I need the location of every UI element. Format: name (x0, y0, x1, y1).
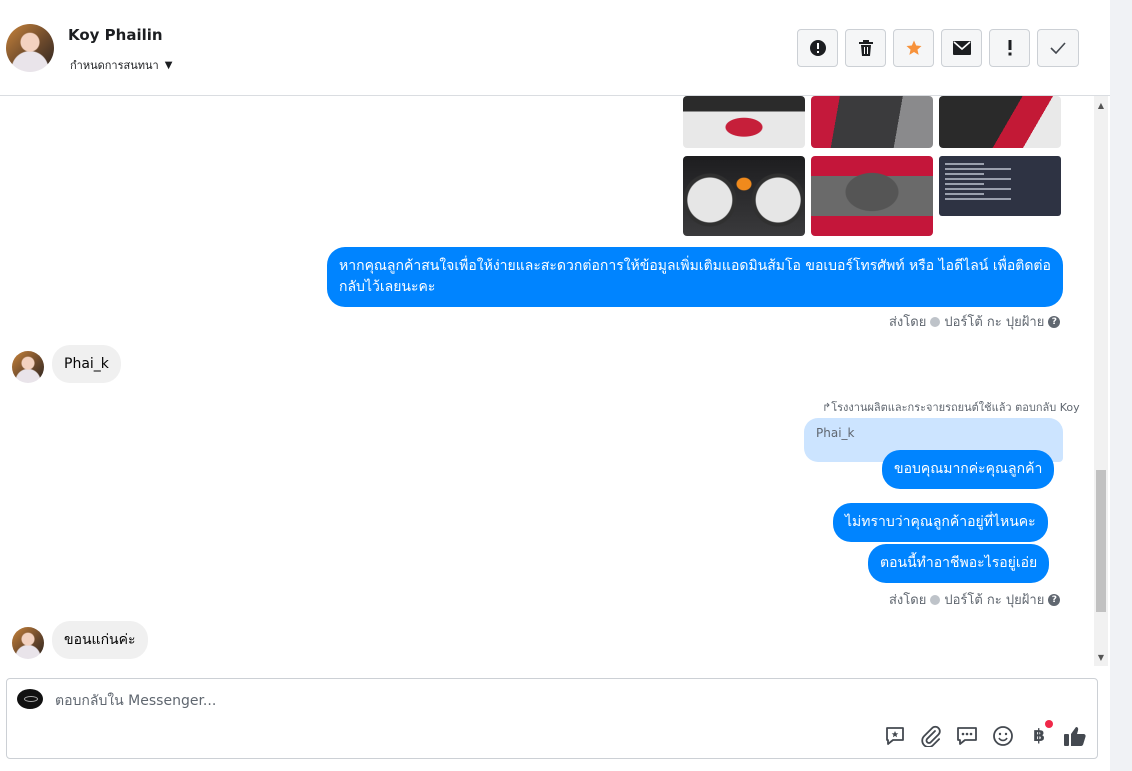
exclamation-icon (1008, 40, 1011, 56)
customer-avatar[interactable] (6, 24, 54, 72)
right-edge-panel (1110, 0, 1132, 771)
notification-dot (1045, 720, 1053, 728)
composer-toolbar: ฿ (883, 720, 1087, 748)
header-actions (797, 29, 1079, 67)
emoji-icon (993, 726, 1013, 746)
incoming-message[interactable]: Phai_k (52, 345, 121, 383)
mark-done-button[interactable] (1037, 29, 1079, 67)
saved-reply-button[interactable] (883, 724, 907, 748)
help-icon[interactable]: ? (1048, 593, 1061, 606)
envelope-icon (952, 41, 971, 55)
car-photo-rear[interactable] (683, 96, 805, 148)
like-button[interactable] (1063, 724, 1087, 748)
customer-name[interactable]: Koy Phailin (68, 26, 163, 44)
scroll-up-icon[interactable]: ▲ (1094, 98, 1108, 112)
sent-by-name: ปอร์โต้ กะ ปุยฝ้าย (944, 593, 1045, 608)
delete-button[interactable] (845, 29, 886, 67)
sent-by-prefix: ส่งโดย (889, 593, 927, 608)
customer-avatar-small[interactable] (12, 627, 44, 659)
payment-button[interactable]: ฿ (1027, 720, 1053, 748)
chevron-down-icon: ▼ (164, 60, 173, 71)
incoming-message[interactable]: ขอนแก่นค่ะ (52, 621, 148, 659)
attachment-button[interactable] (919, 724, 943, 748)
chat-bubbles-icon (957, 727, 977, 745)
reply-composer: ฿ (6, 678, 1098, 759)
report-icon (809, 40, 826, 56)
car-photo-door[interactable] (939, 96, 1061, 148)
follow-up-button[interactable] (989, 29, 1030, 67)
schedule-conversation-dropdown[interactable]: กำหนดการสนทนา ▼ (70, 56, 172, 74)
star-button[interactable] (893, 29, 934, 67)
page-avatar (17, 689, 43, 709)
thread-scrollbar[interactable]: ▲ ▼ (1094, 96, 1108, 666)
customer-avatar-small[interactable] (12, 351, 44, 383)
conversation-header: Koy Phailin กำหนดการสนทนา ▼ (0, 0, 1110, 96)
outgoing-message[interactable]: ขอบคุณมากค่ะคุณลูกค้า (882, 450, 1055, 489)
report-spam-button[interactable] (797, 29, 838, 67)
sent-by-name: ปอร์โต้ กะ ปุยฝ้าย (944, 315, 1045, 330)
schedule-label: กำหนดการสนทนา (70, 59, 159, 72)
sent-by-prefix: ส่งโดย (889, 315, 927, 330)
outgoing-message[interactable]: หากคุณลูกค้าสนใจเพื่อให้ง่ายและสะดวกต่อก… (327, 247, 1063, 307)
reply-context-note: ↱โรงงานผลิตและกระจายรถยนต์ใช้แล้ว ตอบกลั… (822, 401, 1080, 414)
car-photo-spec-sheet[interactable] (939, 156, 1061, 216)
trash-icon (858, 40, 873, 56)
saved-reply-icon (886, 727, 904, 745)
quick-replies-button[interactable] (955, 724, 979, 748)
mark-unread-button[interactable] (941, 29, 982, 67)
sent-by-label: ส่งโดย ปอร์โต้ กะ ปุยฝ้าย ? (889, 311, 1061, 332)
scroll-thumb[interactable] (1096, 470, 1106, 612)
help-icon[interactable]: ? (1048, 315, 1061, 328)
messenger-inbox: Koy Phailin กำหนดการสนทนา ▼ หากคุณลูกค้า… (0, 0, 1132, 771)
sent-by-label: ส่งโดย ปอร์โต้ กะ ปุยฝ้าย ? (889, 589, 1061, 610)
attachment-icon (921, 725, 941, 747)
scroll-down-icon[interactable]: ▼ (1094, 650, 1108, 664)
thumbs-up-icon (1064, 727, 1086, 746)
reply-input[interactable] (55, 691, 755, 711)
check-icon (1050, 42, 1066, 54)
sender-avatar-icon (930, 316, 941, 327)
sender-avatar-icon (930, 594, 941, 605)
car-photo-engine[interactable] (811, 156, 933, 236)
car-photo-interior[interactable] (811, 96, 933, 148)
baht-payment-icon: ฿ (1033, 726, 1045, 746)
car-photo-dashboard[interactable] (683, 156, 805, 236)
outgoing-message[interactable]: ไม่ทราบว่าคุณลูกค้าอยู่ที่ไหนคะ (833, 503, 1048, 542)
outgoing-message[interactable]: ตอนนี้ทำอาชีพอะไรอยู่เอ่ย (868, 544, 1050, 583)
emoji-button[interactable] (991, 724, 1015, 748)
star-icon (906, 40, 921, 55)
